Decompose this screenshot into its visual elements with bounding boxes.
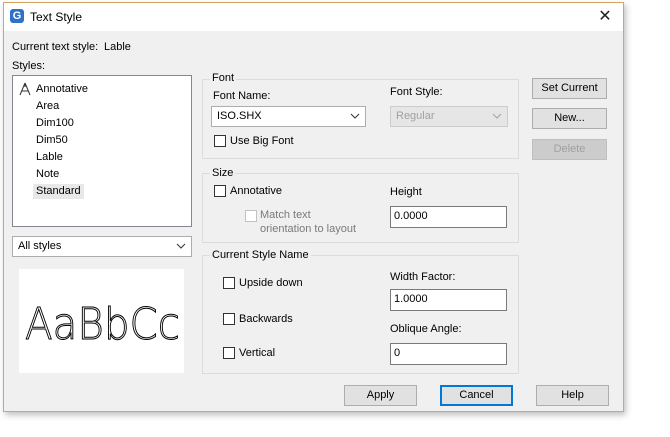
set-current-button[interactable]: Set Current — [532, 78, 607, 99]
text-style-dialog: G Text Style ✕ Current text style: Lable… — [3, 2, 624, 412]
chevron-down-icon — [492, 113, 502, 119]
current-style-label: Current text style: — [12, 41, 99, 53]
use-big-font-checkbox[interactable] — [214, 135, 226, 147]
font-style-select[interactable]: Regular — [390, 106, 508, 127]
backwards-checkbox[interactable] — [223, 313, 235, 325]
style-item-dim50[interactable]: Dim50 — [33, 133, 71, 148]
style-item-note[interactable]: Note — [33, 167, 62, 182]
upside-down-label: Upside down — [239, 277, 303, 289]
apply-button[interactable]: Apply — [344, 385, 417, 406]
width-factor-input[interactable]: 1.0000 — [390, 289, 507, 311]
annotative-checkbox[interactable] — [214, 185, 226, 197]
font-style-label: Font Style: — [390, 86, 443, 98]
oblique-angle-label: Oblique Angle: — [390, 323, 462, 335]
style-item-lable[interactable]: Lable — [33, 150, 66, 165]
style-item-standard[interactable]: Standard — [33, 184, 84, 199]
cancel-button[interactable]: Cancel — [440, 385, 513, 406]
style-item-annotative[interactable]: Annotative — [33, 82, 91, 97]
title-bar: G Text Style ✕ — [4, 3, 623, 31]
app-logo-icon: G — [10, 9, 24, 23]
preview-text: AaBbCc — [25, 299, 180, 350]
font-style-value: Regular — [396, 110, 435, 122]
chevron-down-icon — [350, 113, 360, 119]
styles-label: Styles: — [12, 60, 46, 72]
height-label: Height — [390, 186, 422, 198]
upside-down-checkbox[interactable] — [223, 277, 235, 289]
window-title: Text Style — [30, 10, 83, 24]
vertical-checkbox[interactable] — [223, 347, 235, 359]
styles-filter-value: All styles — [18, 240, 62, 252]
font-group-label: Font — [210, 72, 237, 84]
width-factor-label: Width Factor: — [390, 271, 456, 283]
style-item-area[interactable]: Area — [33, 99, 62, 114]
annotative-label: Annotative — [230, 185, 282, 197]
current-style-value: Lable — [104, 41, 131, 53]
match-orientation-checkbox[interactable] — [245, 210, 257, 222]
chevron-down-icon — [176, 243, 186, 249]
font-name-label: Font Name: — [213, 90, 271, 102]
style-item-dim100[interactable]: Dim100 — [33, 116, 77, 131]
styles-list[interactable]: Annotative Area Dim100 Dim50 Lable Note … — [12, 75, 192, 227]
match-orientation-label-line2: orientation to layout — [260, 223, 357, 235]
close-icon[interactable]: ✕ — [587, 3, 623, 31]
use-big-font-label: Use Big Font — [230, 135, 294, 147]
vertical-label: Vertical — [239, 347, 276, 359]
font-name-value: ISO.SHX — [217, 110, 262, 122]
height-input[interactable]: 0.0000 — [390, 206, 507, 228]
delete-button[interactable]: Delete — [532, 139, 607, 160]
preview-canvas: AaBbCc — [25, 299, 181, 351]
font-name-select[interactable]: ISO.SHX — [211, 106, 366, 127]
match-orientation-label-line1: Match text — [260, 209, 311, 221]
size-group-label: Size — [210, 167, 236, 179]
help-button[interactable]: Help — [536, 385, 609, 406]
annotative-icon — [19, 82, 31, 96]
oblique-angle-input[interactable]: 0 — [390, 343, 507, 365]
styles-filter-select[interactable]: All styles — [12, 236, 192, 257]
style-effects-group-label: Current Style Name — [210, 249, 311, 261]
new-button[interactable]: New... — [532, 108, 607, 129]
preview-panel: AaBbCc — [19, 269, 184, 373]
backwards-label: Backwards — [239, 313, 293, 325]
